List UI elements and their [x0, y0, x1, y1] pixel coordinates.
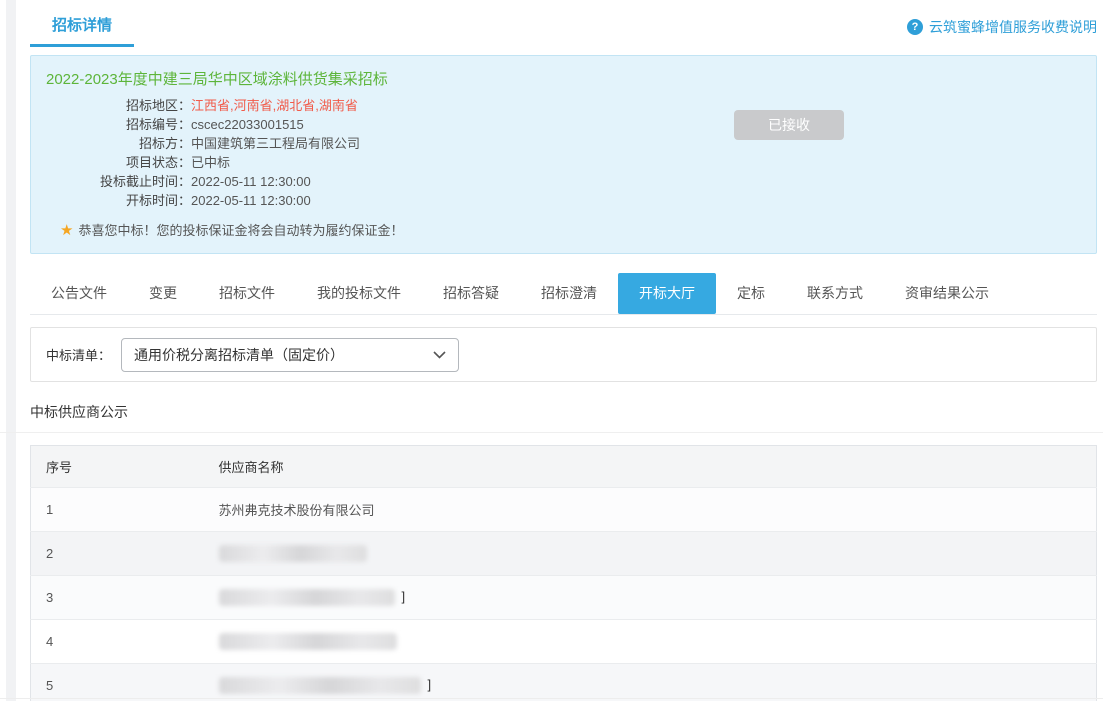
- field-region: 招标地区：江西省,河南省,湖北省,湖南省: [46, 96, 1096, 115]
- field-open-time: 开标时间：2022-05-11 12:30:00: [46, 191, 1096, 210]
- selected-option-label: 通用价税分离招标清单（固定价）: [134, 345, 344, 365]
- question-circle-icon: ?: [907, 19, 923, 35]
- tender-title: 2022-2023年度中建三局华中区域涂料供货集采招标: [46, 68, 1096, 89]
- field-label: 招标方：: [46, 134, 191, 153]
- tab-contact-info[interactable]: 联系方式: [786, 273, 884, 314]
- winning-list-label: 中标清单：: [46, 345, 111, 364]
- redaction-suffix: ]: [402, 589, 406, 604]
- redacted-supplier-name: [219, 589, 395, 606]
- field-tenderer: 招标方：中国建筑第三工程局有限公司: [46, 134, 1096, 153]
- field-bid-deadline: 投标截止时间：2022-05-11 12:30:00: [46, 172, 1096, 191]
- main-content: 招标详情 ? 云筑蜜蜂增值服务收费说明 2022-2023年度中建三局华中区域涂…: [30, 0, 1097, 701]
- tab-my-bid-files[interactable]: 我的投标文件: [296, 273, 422, 314]
- field-value: 2022-05-11 12:30:00: [191, 174, 311, 189]
- tab-announcement-files[interactable]: 公告文件: [30, 273, 128, 314]
- tab-tender-detail[interactable]: 招标详情: [30, 0, 134, 47]
- winning-suppliers-heading: 中标供应商公示: [30, 402, 1097, 432]
- star-icon: ★: [60, 221, 73, 239]
- supplier-name-cell: ]: [204, 576, 1097, 620]
- col-header-index: 序号: [31, 446, 204, 488]
- field-label: 招标地区：: [46, 96, 191, 115]
- row-index: 3: [31, 576, 204, 620]
- field-value: 江西省,河南省,湖北省,湖南省: [191, 98, 358, 113]
- redacted-supplier-name: [219, 677, 421, 694]
- tab-tender-clarification[interactable]: 招标澄清: [520, 273, 618, 314]
- table-row: 2: [31, 532, 1097, 576]
- field-value: 2022-05-11 12:30:00: [191, 193, 311, 208]
- field-value: cscec22033001515: [191, 117, 304, 132]
- row-index: 5: [31, 664, 204, 701]
- col-header-supplier: 供应商名称: [204, 446, 1097, 488]
- help-link-label: 云筑蜜蜂增值服务收费说明: [929, 17, 1097, 37]
- table-row: 4: [31, 620, 1097, 664]
- row-index: 2: [31, 532, 204, 576]
- page-left-gutter: [6, 0, 16, 701]
- tab-tender-qa[interactable]: 招标答疑: [422, 273, 520, 314]
- congrats-message: ★ 恭喜您中标！您的投标保证金将会自动转为履约保证金！: [46, 220, 1096, 239]
- row-index: 4: [31, 620, 204, 664]
- winning-list-filter: 中标清单： 通用价税分离招标清单（固定价）: [30, 327, 1097, 382]
- field-label: 投标截止时间：: [46, 172, 191, 191]
- section-divider: [0, 432, 1103, 433]
- value-added-service-fee-link[interactable]: ? 云筑蜜蜂增值服务收费说明: [907, 17, 1097, 37]
- tab-bid-opening-hall[interactable]: 开标大厅: [618, 273, 716, 314]
- row-index: 1: [31, 488, 204, 532]
- table-row: 3 ]: [31, 576, 1097, 620]
- tab-qualification-result[interactable]: 资审结果公示: [884, 273, 1010, 314]
- congrats-text: 恭喜您中标！您的投标保证金将会自动转为履约保证金！: [78, 220, 403, 239]
- field-label: 招标编号：: [46, 115, 191, 134]
- tab-tender-files[interactable]: 招标文件: [198, 273, 296, 314]
- supplier-name-cell: [204, 620, 1097, 664]
- table-row: 5 ]: [31, 664, 1097, 701]
- page-bottom-divider: [0, 698, 1103, 699]
- table-header-row: 序号 供应商名称: [31, 446, 1097, 488]
- field-value: 已中标: [191, 155, 230, 170]
- tab-award[interactable]: 定标: [716, 273, 786, 314]
- redacted-supplier-name: [219, 633, 397, 650]
- field-tender-no: 招标编号：cscec22033001515: [46, 115, 1096, 134]
- tender-tab-bar: 公告文件 变更 招标文件 我的投标文件 招标答疑 招标澄清 开标大厅 定标 联系…: [30, 273, 1097, 315]
- redaction-suffix: ]: [428, 677, 432, 692]
- supplier-name-cell: [204, 532, 1097, 576]
- winning-list-select[interactable]: 通用价税分离招标清单（固定价）: [121, 338, 459, 372]
- field-label: 项目状态：: [46, 153, 191, 172]
- supplier-name-cell: ]: [204, 664, 1097, 701]
- accepted-button[interactable]: 已接收: [734, 110, 844, 140]
- field-value: 中国建筑第三工程局有限公司: [191, 136, 360, 151]
- winning-suppliers-table: 序号 供应商名称 1 苏州弗克技术股份有限公司 2 3 ] 4 5: [30, 445, 1097, 701]
- chevron-down-icon: [433, 351, 446, 359]
- field-project-status: 项目状态：已中标: [46, 153, 1096, 172]
- table-row: 1 苏州弗克技术股份有限公司: [31, 488, 1097, 532]
- supplier-name: 苏州弗克技术股份有限公司: [204, 488, 1097, 532]
- tab-changes[interactable]: 变更: [128, 273, 198, 314]
- tender-notice-panel: 2022-2023年度中建三局华中区域涂料供货集采招标 招标地区：江西省,河南省…: [30, 55, 1097, 254]
- redacted-supplier-name: [219, 545, 367, 562]
- page-header: 招标详情 ? 云筑蜜蜂增值服务收费说明: [30, 0, 1097, 47]
- field-label: 开标时间：: [46, 191, 191, 210]
